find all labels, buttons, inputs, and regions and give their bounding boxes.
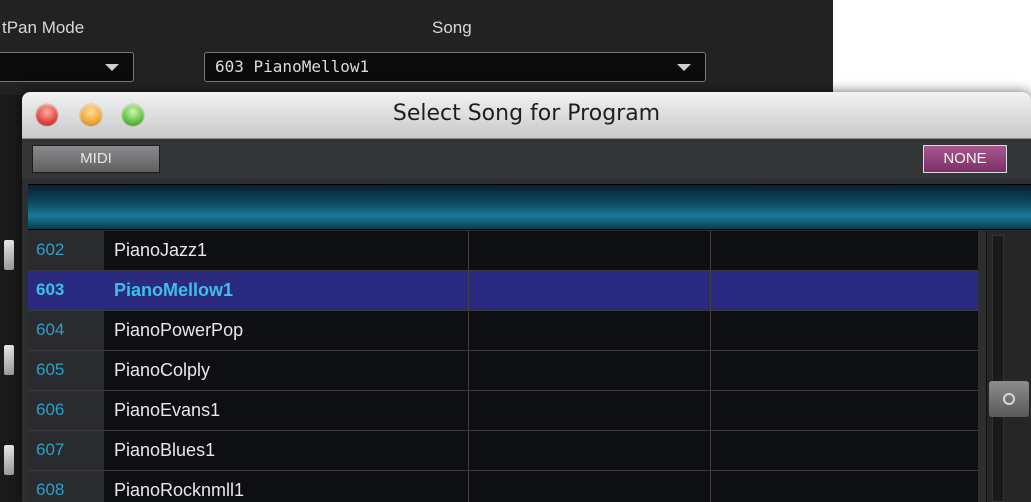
song-name: PianoRocknmll1 [114,480,245,500]
song-name: PianoMellow1 [114,280,234,300]
slider-handle[interactable] [4,345,14,375]
song-select[interactable]: 603 PianoMellow1 [204,52,706,82]
column-divider [710,311,711,350]
column-divider [710,431,711,470]
song-list: 602 PianoJazz1 603 PianoMellow1 604 Pian… [28,231,978,502]
song-name: PianoPowerPop [114,320,244,340]
chevron-down-icon [105,64,119,71]
chevron-down-icon [677,64,691,71]
midi-button[interactable]: MIDI [32,145,160,173]
scroll-grip-icon [1003,393,1015,405]
dialog-title: Select Song for Program [392,101,661,126]
song-name: PianoColply [114,360,211,380]
song-number: 602 [28,231,104,270]
scroll-thumb[interactable] [989,381,1029,417]
list-scrollbar[interactable] [986,231,1031,502]
song-number: 606 [28,391,104,430]
column-divider [710,271,711,310]
dialog-toolbar: MIDI NONE [22,139,1031,179]
song-select-value: 603 PianoMellow1 [215,57,370,76]
song-row[interactable]: 602 PianoJazz1 [28,231,978,271]
song-row[interactable]: 605 PianoColply [28,351,978,391]
song-number: 604 [28,311,104,350]
column-divider [710,471,711,502]
song-number: 605 [28,351,104,390]
column-divider [468,271,469,310]
song-name: PianoEvans1 [114,400,221,420]
pan-mode-select[interactable] [0,52,134,82]
slider-handle[interactable] [4,445,14,475]
select-song-dialog: Select Song for Program MIDI NONE 602 Pi… [22,92,1031,502]
none-button[interactable]: NONE [923,145,1007,173]
song-row[interactable]: 606 PianoEvans1 [28,391,978,431]
song-number: 607 [28,431,104,470]
scroll-track[interactable] [992,235,1004,502]
song-name: PianoBlues1 [114,440,216,460]
pan-mode-label: tPan Mode [2,18,85,37]
song-label: Song [432,18,472,37]
song-row[interactable]: 604 PianoPowerPop [28,311,978,351]
song-row-selected[interactable]: 603 PianoMellow1 [28,271,978,311]
column-divider [468,311,469,350]
column-divider [468,471,469,502]
column-divider [468,431,469,470]
slider-handle[interactable] [4,240,14,270]
column-divider [468,391,469,430]
song-name: PianoJazz1 [114,240,208,260]
song-row[interactable]: 607 PianoBlues1 [28,431,978,471]
song-number: 608 [28,471,104,502]
column-divider [468,351,469,390]
dialog-titlebar[interactable]: Select Song for Program [22,92,1031,139]
song-number: 603 [28,271,104,310]
list-header-bar [28,184,1031,230]
song-row[interactable]: 608 PianoRocknmll1 [28,471,978,502]
column-divider [710,231,711,270]
column-divider [710,351,711,390]
column-divider [710,391,711,430]
column-divider [468,231,469,270]
